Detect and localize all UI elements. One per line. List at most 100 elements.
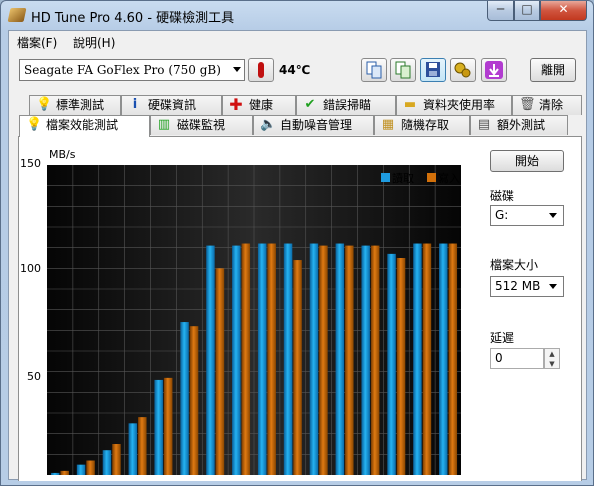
client-area: 檔案(F) 說明(H) Seagate FA GoFlex Pro (750 g…	[8, 30, 587, 481]
download-icon	[485, 61, 503, 79]
drive-label: 磁碟	[490, 189, 515, 203]
drive-letter-value: G:	[495, 208, 509, 222]
tab-file-benchmark[interactable]: 💡 檔案效能測試	[19, 115, 150, 137]
tab-label: 額外測試	[497, 118, 546, 132]
tab-health[interactable]: ✚ 健康	[222, 95, 296, 115]
health-cross-icon: ✚	[229, 95, 243, 114]
copy-info-icon	[366, 61, 382, 79]
tab-row-bottom: 💡 檔案效能測試 ▥ 磁碟監視 🔈 自動噪音管理 ▦ 隨機存取 ▤ 額外測試	[9, 115, 586, 137]
exit-button[interactable]: 離開	[530, 58, 576, 82]
start-button[interactable]: 開始	[490, 150, 564, 172]
y-tick-100: 100	[20, 262, 41, 275]
speaker-icon: 🔈	[260, 117, 277, 132]
copy-screen-button[interactable]	[390, 58, 416, 82]
chevron-down-icon	[549, 284, 557, 289]
tab-label: 錯誤掃瞄	[323, 98, 372, 112]
menu-help[interactable]: 說明(H)	[73, 34, 115, 51]
info-icon: i	[132, 97, 138, 112]
delay-input[interactable]: 0	[490, 348, 544, 369]
read-bar	[413, 243, 422, 475]
delay-spinner[interactable]: ▲ ▼	[544, 348, 560, 369]
temperature-button[interactable]	[248, 58, 274, 82]
download-button[interactable]	[481, 58, 507, 82]
tab-label: 檔案效能測試	[46, 118, 119, 132]
trash-icon: 🗑	[519, 97, 536, 112]
write-bar	[86, 460, 95, 475]
write-bar	[319, 245, 328, 475]
write-bar	[345, 245, 354, 475]
close-button[interactable]: ✕	[540, 1, 587, 21]
read-bar	[257, 243, 267, 475]
monitor-chart-icon: ▥	[157, 117, 171, 132]
legend-read-swatch	[381, 173, 390, 182]
delay-label: 延遲	[490, 331, 515, 345]
read-bar	[387, 253, 396, 475]
legend-read-label: 讀取	[392, 171, 414, 185]
file-size-label: 檔案大小	[490, 258, 539, 272]
temperature-value: 44℃	[279, 63, 311, 77]
lightbulb-icon: 💡	[36, 97, 53, 112]
tab-label: 磁碟監視	[177, 118, 226, 132]
extra-tests-icon: ▤	[477, 117, 491, 132]
read-bar	[309, 243, 319, 475]
write-bar	[138, 417, 147, 475]
read-bar	[439, 243, 448, 475]
spin-up-icon[interactable]: ▲	[545, 349, 559, 359]
tab-benchmark[interactable]: 💡 標準測試	[29, 95, 121, 115]
chevron-down-icon	[233, 67, 241, 72]
tab-error-scan[interactable]: ✔ 錯誤掃瞄	[296, 95, 396, 115]
copy-info-button[interactable]	[361, 58, 387, 82]
write-bar	[422, 243, 432, 475]
tab-label: 標準測試	[56, 98, 105, 112]
read-bar	[232, 245, 241, 475]
write-bar	[60, 470, 69, 475]
options-icon	[454, 62, 471, 78]
tab-row-top: 💡 標準測試 i 硬碟資訊 ✚ 健康 ✔ 錯誤掃瞄 ▬ 資料夾使用率 🗑 清除	[9, 95, 586, 115]
menu-file[interactable]: 檔案(F)	[17, 34, 57, 51]
spin-down-icon[interactable]: ▼	[545, 359, 559, 369]
maximize-button[interactable]: □	[514, 1, 540, 21]
file-size-select[interactable]: 512 MB	[490, 276, 564, 297]
scan-icon: ✔	[304, 97, 316, 112]
tab-label: 資料夾使用率	[423, 98, 496, 112]
save-button[interactable]	[420, 58, 446, 82]
tab-label: 健康	[249, 98, 274, 112]
toolbar: Seagate FA GoFlex Pro (750 gB) 44℃ 離開	[9, 51, 586, 87]
tab-disk-monitor[interactable]: ▥ 磁碟監視	[150, 115, 253, 135]
app-window: HD Tune Pro 4.60 - 硬碟檢測工具 ─ □ ✕ 檔案(F) 說明…	[0, 0, 594, 486]
file-size-value: 512 MB	[495, 279, 541, 293]
window-title: HD Tune Pro 4.60 - 硬碟檢測工具	[31, 11, 235, 26]
tab-info[interactable]: i 硬碟資訊	[121, 95, 222, 115]
chevron-down-icon	[549, 213, 557, 218]
tab-random-access[interactable]: ▦ 隨機存取	[374, 115, 470, 135]
read-bar	[206, 245, 215, 475]
write-bar	[293, 260, 302, 475]
tab-aam[interactable]: 🔈 自動噪音管理	[253, 115, 374, 135]
thermometer-icon	[258, 62, 264, 78]
lightbulb-icon: 💡	[26, 117, 43, 132]
drive-select[interactable]: Seagate FA GoFlex Pro (750 gB)	[19, 59, 245, 81]
app-icon	[7, 8, 27, 22]
drive-letter-select[interactable]: G:	[490, 205, 564, 226]
read-bar	[50, 472, 60, 475]
title-bar[interactable]: HD Tune Pro 4.60 - 硬碟檢測工具 ─ □ ✕	[1, 1, 593, 29]
write-bar	[396, 258, 406, 475]
write-bar	[267, 243, 276, 475]
random-access-icon: ▦	[381, 117, 395, 132]
save-icon	[426, 62, 440, 77]
tab-erase[interactable]: 🗑 清除	[512, 95, 582, 115]
options-button[interactable]	[450, 58, 476, 82]
read-bar	[335, 243, 345, 475]
legend-write-label: 寫入	[438, 171, 460, 185]
tab-extra-tests[interactable]: ▤ 額外測試	[470, 115, 568, 135]
tab-label: 硬碟資訊	[148, 98, 197, 112]
write-bar	[215, 268, 225, 475]
copy-screen-icon	[395, 61, 411, 79]
legend-write-swatch	[427, 173, 436, 182]
read-bar	[76, 464, 86, 475]
write-bar	[112, 444, 121, 475]
tab-folder-usage[interactable]: ▬ 資料夾使用率	[396, 95, 512, 115]
chart-ylabel: MB/s	[49, 148, 76, 161]
minimize-button[interactable]: ─	[487, 1, 514, 21]
tab-label: 自動噪音管理	[280, 118, 353, 132]
